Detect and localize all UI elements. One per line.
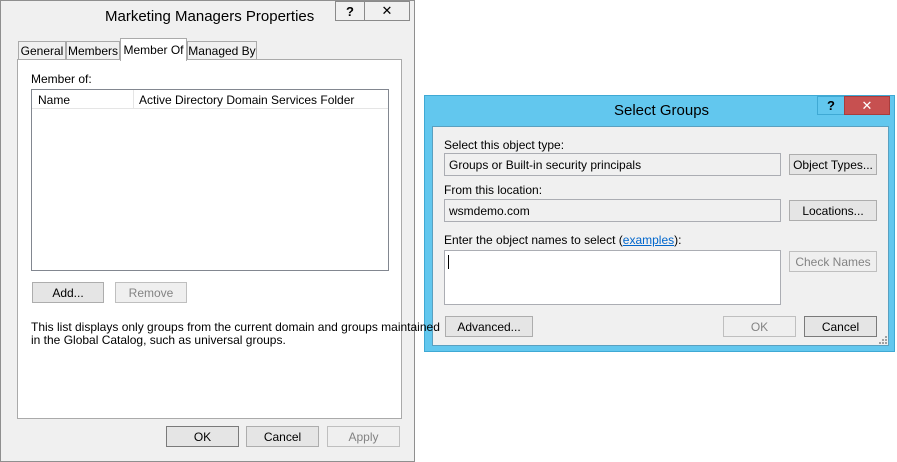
tab-member-of[interactable]: Member Of xyxy=(120,38,187,61)
object-names-input[interactable] xyxy=(444,250,781,305)
select-groups-client: Select this object type: Groups or Built… xyxy=(432,126,889,346)
object-names-label-close: ): xyxy=(674,233,682,247)
info-note-line1: This list displays only groups from the … xyxy=(31,320,440,334)
object-type-field: Groups or Built-in security principals xyxy=(444,153,781,176)
location-field: wsmdemo.com xyxy=(444,199,781,222)
select-ok-button[interactable]: OK xyxy=(723,316,796,337)
object-types-button[interactable]: Object Types... xyxy=(789,154,877,175)
properties-ok-button[interactable]: OK xyxy=(166,426,239,447)
resize-grip-svg xyxy=(879,336,887,344)
tab-members[interactable]: Members xyxy=(66,41,120,60)
object-names-label-text: Enter the object names to select ( xyxy=(444,233,623,247)
text-caret xyxy=(448,255,449,269)
check-names-button[interactable]: Check Names xyxy=(789,251,877,272)
properties-close-button[interactable]: ✕ xyxy=(364,1,410,21)
column-header-name[interactable]: Name xyxy=(38,93,70,107)
member-of-tab-page: Member of: Name Active Directory Domain … xyxy=(17,59,440,419)
object-type-label: Select this object type: xyxy=(444,138,565,152)
properties-title: Marketing Managers Properties xyxy=(105,8,315,25)
select-help-button[interactable]: ? xyxy=(817,96,845,115)
add-button[interactable]: Add... xyxy=(32,282,104,303)
tab-managed-by[interactable]: Managed By xyxy=(187,41,257,60)
column-header-folder[interactable]: Active Directory Domain Services Folder xyxy=(139,93,354,107)
advanced-button[interactable]: Advanced... xyxy=(445,316,533,337)
member-of-label: Member of: xyxy=(31,72,92,86)
select-close-button[interactable]: ✕ xyxy=(844,96,890,115)
select-groups-window: Select Groups ? ✕ Select this object typ… xyxy=(424,95,895,352)
member-of-list[interactable]: Name Active Directory Domain Services Fo… xyxy=(31,89,389,271)
properties-apply-button[interactable]: Apply xyxy=(327,426,400,447)
properties-cancel-button[interactable]: Cancel xyxy=(246,426,319,447)
location-label: From this location: xyxy=(444,183,543,197)
tab-general[interactable]: General xyxy=(18,41,66,60)
list-header: Name Active Directory Domain Services Fo… xyxy=(32,90,388,109)
examples-link[interactable]: examples xyxy=(623,233,674,247)
column-divider[interactable] xyxy=(133,90,134,108)
info-note-line2: in the Global Catalog, such as universal… xyxy=(31,333,286,347)
remove-button[interactable]: Remove xyxy=(115,282,187,303)
properties-window: Marketing Managers Properties ? ✕ Genera… xyxy=(0,0,440,462)
properties-help-button[interactable]: ? xyxy=(335,1,365,21)
object-names-label: Enter the object names to select (exampl… xyxy=(444,233,681,247)
select-groups-title: Select Groups xyxy=(614,102,710,119)
locations-button[interactable]: Locations... xyxy=(789,200,877,221)
resize-grip-icon[interactable] xyxy=(878,334,888,344)
select-cancel-button[interactable]: Cancel xyxy=(804,316,877,337)
